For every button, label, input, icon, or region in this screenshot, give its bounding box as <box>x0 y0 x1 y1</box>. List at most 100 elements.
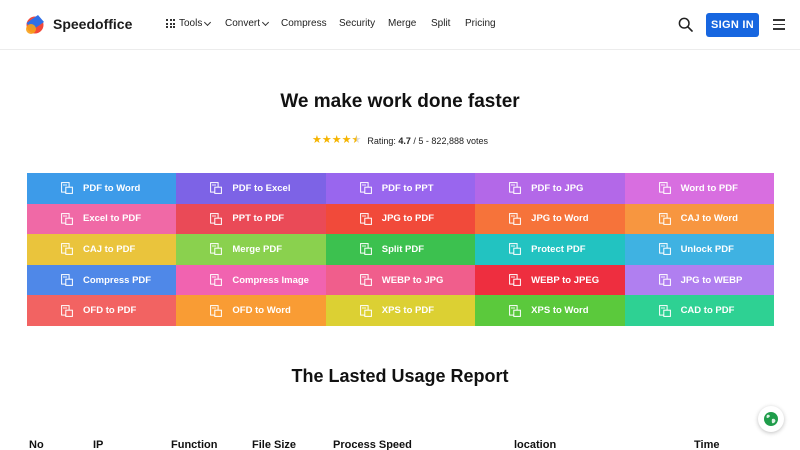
tool-tile[interactable]: Word to PDF <box>624 173 774 204</box>
nav-security[interactable]: Security <box>339 18 388 29</box>
document-convert-icon <box>658 274 671 286</box>
grid-icon <box>166 19 175 28</box>
tool-tile[interactable]: Compress Image <box>176 264 326 296</box>
brand-name[interactable]: Speedoffice <box>53 16 132 32</box>
tool-tile-label: Protect PDF <box>531 243 586 255</box>
document-convert-icon <box>359 212 372 225</box>
hero-title: We make work done faster <box>280 91 520 112</box>
column-header: File Size <box>252 439 297 450</box>
document-convert-icon <box>359 182 372 195</box>
tool-tile[interactable]: Merge PDF <box>176 234 326 265</box>
usage-report-title: The Lasted Usage Report <box>291 366 509 386</box>
document-convert-icon <box>61 274 73 286</box>
tool-tile[interactable]: CAJ to Word <box>624 203 774 235</box>
nav-pricing-label: Pricing <box>465 18 496 29</box>
document-convert-icon <box>509 182 522 195</box>
tool-tile[interactable]: JPG to PDF <box>325 203 476 235</box>
document-convert-icon <box>359 243 372 256</box>
tool-tile[interactable]: PDF to Word <box>27 173 177 204</box>
document-convert-icon <box>509 304 522 317</box>
half-star-icon: ★ <box>351 134 362 146</box>
language-globe-button[interactable] <box>758 406 784 432</box>
document-convert-icon <box>658 243 671 256</box>
document-convert-icon <box>658 212 671 225</box>
tool-tile[interactable]: XPS to PDF <box>325 295 476 326</box>
tool-tile-label: Compress Image <box>232 274 309 286</box>
tool-tile[interactable]: XPS to Word <box>475 295 625 326</box>
tool-tile[interactable]: PDF to PPT <box>325 173 476 204</box>
column-header: Process Speed <box>333 439 412 450</box>
rating-prefix: Rating: <box>367 135 399 146</box>
tool-tile-label: Excel to PDF <box>83 213 142 225</box>
sign-in-button[interactable]: SIGN IN <box>706 13 759 37</box>
tool-tile[interactable]: Excel to PDF <box>27 203 177 235</box>
nav-compress[interactable]: Compress <box>281 18 339 29</box>
star-icon: ★ <box>331 134 342 146</box>
search-icon[interactable] <box>678 17 693 32</box>
nav-convert-label: Convert <box>225 18 261 29</box>
hamburger-menu-icon[interactable] <box>773 19 785 30</box>
column-header: Time <box>694 439 720 450</box>
tool-tile[interactable]: Compress PDF <box>27 264 177 296</box>
column-header: No <box>29 439 44 450</box>
document-convert-icon <box>210 243 223 256</box>
tool-tile[interactable]: PPT to PDF <box>176 203 326 235</box>
tool-tile[interactable]: JPG to Word <box>475 203 625 235</box>
site-header: Speedoffice Tools Convert Compress Secur… <box>0 0 800 50</box>
tool-tile-label: CAJ to PDF <box>83 243 136 255</box>
nav-merge-label: Merge <box>388 18 417 29</box>
tool-tile[interactable]: Protect PDF <box>475 234 625 265</box>
document-convert-icon <box>509 212 522 225</box>
document-convert-icon <box>210 274 223 286</box>
document-convert-icon <box>359 304 372 317</box>
column-header: IP <box>93 439 104 450</box>
star-icon: ★ <box>321 134 332 146</box>
tool-tile[interactable]: OFD to PDF <box>27 295 177 326</box>
rating-value: 4.7 <box>398 135 411 146</box>
tool-tile[interactable]: WEBP to JPG <box>325 264 476 296</box>
document-convert-icon <box>509 243 522 256</box>
nav-split[interactable]: Split <box>431 18 465 29</box>
tool-tile[interactable]: CAD to PDF <box>624 295 774 326</box>
tool-tile[interactable]: JPG to WEBP <box>624 264 774 296</box>
nav-pricing[interactable]: Pricing <box>465 18 505 29</box>
tool-tile[interactable]: Unlock PDF <box>624 234 774 265</box>
tool-tile-label: Compress PDF <box>83 274 152 286</box>
rating-stars: ★ ★ ★ ★ ★ <box>312 135 361 146</box>
rating-suffix: / 5 - 822,888 votes <box>410 135 488 146</box>
tool-tile[interactable]: PDF to JPG <box>475 173 625 204</box>
tool-tile[interactable]: Split PDF <box>325 234 476 265</box>
tool-tile[interactable]: PDF to Excel <box>176 173 326 204</box>
rating-summary: ★ ★ ★ ★ ★ Rating: 4.7 / 5 - 822,888 vote… <box>0 135 800 146</box>
document-convert-icon <box>210 212 223 225</box>
tool-tile[interactable]: WEBP to JPEG <box>475 264 625 296</box>
tool-tile-label: Word to PDF <box>680 182 738 194</box>
tool-tile-label: Split PDF <box>381 243 425 255</box>
chevron-down-icon <box>204 18 212 26</box>
tool-tile-label: PDF to PPT <box>381 182 434 194</box>
document-convert-icon <box>61 182 73 195</box>
nav-convert[interactable]: Convert <box>225 18 281 29</box>
tool-tile-label: CAJ to Word <box>680 213 738 225</box>
document-convert-icon <box>210 304 223 317</box>
document-convert-icon <box>509 274 522 286</box>
document-convert-icon <box>658 304 671 317</box>
document-convert-icon <box>658 182 671 195</box>
tool-tile-label: PDF to JPG <box>531 182 584 194</box>
chevron-down-icon <box>261 18 270 26</box>
main-nav: Tools Convert Compress Security Merge Sp… <box>166 18 505 29</box>
tool-tile-label: PDF to Word <box>83 182 141 194</box>
document-convert-icon <box>359 274 372 286</box>
column-header: Function <box>171 439 218 450</box>
nav-tools[interactable]: Tools <box>166 18 225 29</box>
speedoffice-logo-icon[interactable] <box>24 13 46 35</box>
nav-split-label: Split <box>431 18 451 29</box>
nav-compress-label: Compress <box>281 18 327 29</box>
tool-tile[interactable]: CAJ to PDF <box>27 234 177 265</box>
usage-report-table-header: No IP Function File Size Process Speed l… <box>0 439 800 450</box>
document-convert-icon <box>61 304 73 317</box>
nav-merge[interactable]: Merge <box>388 18 431 29</box>
tool-tile-label: JPG to Word <box>531 213 589 225</box>
tool-tile[interactable]: OFD to Word <box>176 295 326 326</box>
document-convert-icon <box>61 243 73 256</box>
